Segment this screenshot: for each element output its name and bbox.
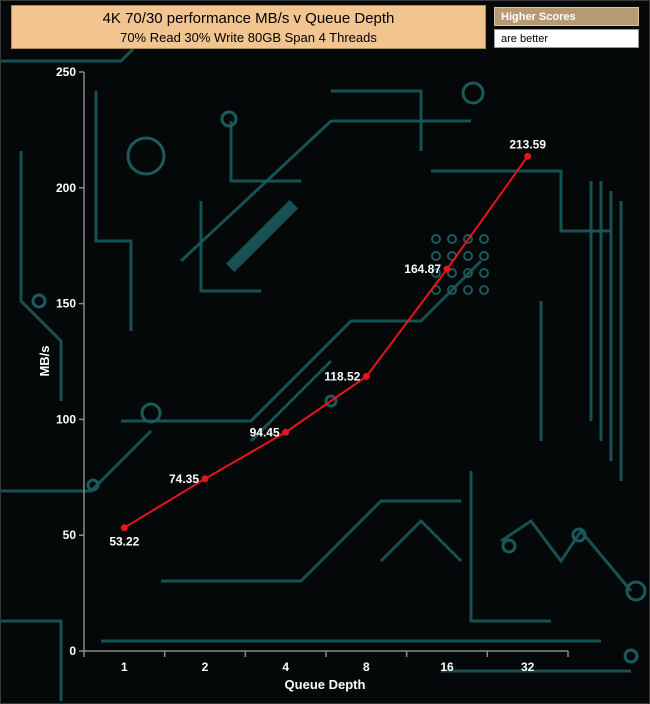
data-point [120,524,128,532]
x-tick-label: 2 [202,660,209,674]
higher-scores-badge: Higher Scores [494,7,639,26]
chart-title-box: 4K 70/30 performance MB/s v Queue Depth … [11,5,486,49]
y-axis-title: MB/s [37,345,52,376]
circuit-trace [179,119,471,263]
circuit-pad [86,478,100,492]
circuit-pad [623,648,639,664]
circuit-trace [431,169,611,233]
data-label: 94.45 [250,425,280,439]
chart-frame: 0 50 100 150 200 250 1 2 4 8 16 32 53.22 74.35 94.45 1… [0,0,650,704]
data-label: 53.22 [109,535,139,549]
circuit-pad [501,538,517,554]
circuit-via [479,251,489,261]
x-axis-title: Queue Depth [285,677,366,692]
data-label: 118.52 [324,370,360,384]
x-tick-label: 1 [121,660,128,674]
circuit-via [479,285,489,295]
y-tick-label: 250 [56,65,76,79]
y-tick-label: 100 [56,412,76,426]
circuit-trace [161,499,461,583]
circuit-trace [121,259,483,423]
chart-subtitle: 70% Read 30% Write 80GB Span 4 Threads [120,30,377,45]
data-point [282,428,290,436]
circuit-via [431,234,441,244]
circuit-pad [461,81,485,105]
data-point [362,373,370,381]
data-label: 213.59 [509,137,546,151]
circuit-background [1,39,647,701]
y-tick-label: 200 [56,181,76,195]
y-tick-label: 150 [56,297,76,311]
circuit-trace [229,121,301,183]
x-tick-label: 32 [521,660,535,674]
x-tick-label: 16 [440,660,454,674]
circuit-via [447,234,457,244]
circuit-via [479,268,489,278]
circuit-via [479,234,489,244]
chart-title: 4K 70/30 performance MB/s v Queue Depth [102,10,395,27]
circuit-pad [31,293,47,309]
circuit-trace [469,471,551,623]
data-point [524,152,532,160]
circuit-via [463,285,473,295]
circuit-pad [126,136,166,176]
circuit-pad [140,402,162,424]
circuit-trace [1,619,63,701]
circuit-trace [94,91,133,331]
data-point [443,265,451,273]
circuit-via [431,251,441,261]
data-label: 164.87 [404,262,441,276]
are-better-badge: are better [494,29,639,48]
circuit-trace [379,518,463,563]
x-tick-label: 4 [282,660,289,674]
circuit-trace [1,429,153,493]
circuit-via [463,251,473,261]
chart-svg: 0 50 100 150 200 250 1 2 4 8 16 32 53.22 74.35 94.45 1… [1,39,647,701]
x-tick-label: 8 [363,660,370,674]
chart-axes: 0 50 100 150 200 250 1 2 4 8 16 32 [56,65,569,674]
y-tick-label: 0 [69,644,76,658]
circuit-pad [220,110,238,128]
y-tick-label: 50 [63,528,77,542]
data-point [201,475,209,483]
data-label: 74.35 [169,472,199,486]
circuit-trace [500,518,633,592]
